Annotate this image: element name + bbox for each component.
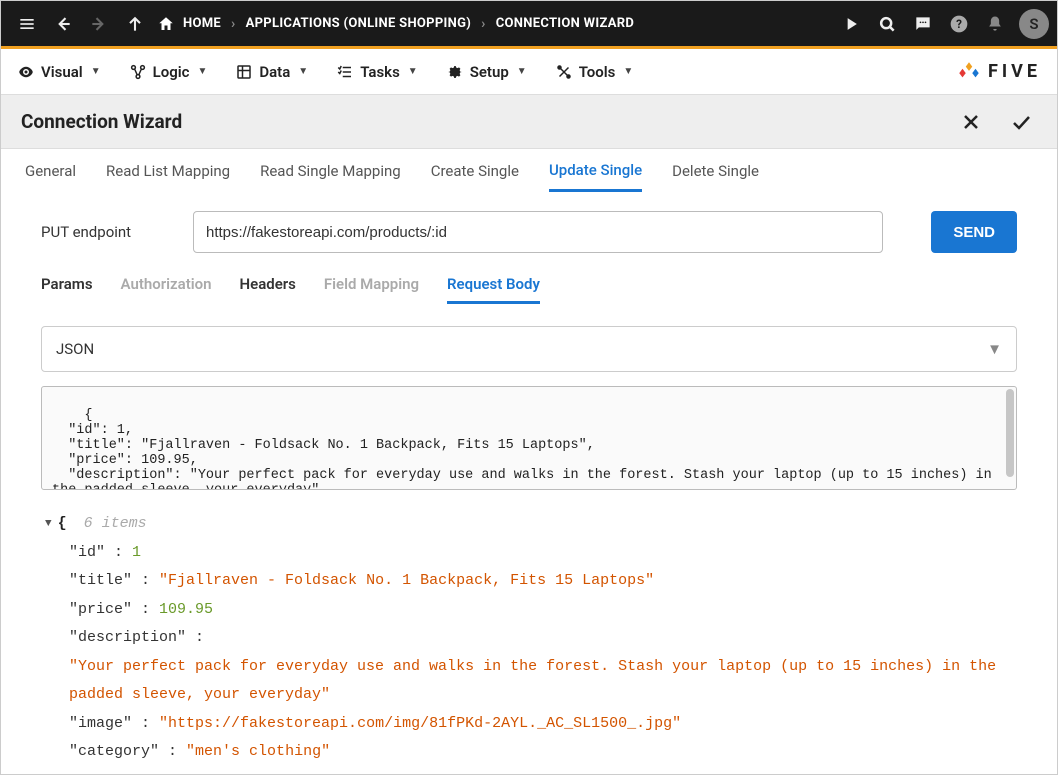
json-key-price: "price" : xyxy=(69,601,150,618)
menu-logic-label: Logic xyxy=(153,63,190,81)
menu-tools[interactable]: Tools▼ xyxy=(555,63,634,81)
help-icon[interactable]: ? xyxy=(941,6,977,42)
back-icon[interactable] xyxy=(45,6,81,42)
tab-delete-single[interactable]: Delete Single xyxy=(672,152,759,190)
raw-body-textarea[interactable]: { "id": 1, "title": "Fjallraven - Foldsa… xyxy=(41,386,1017,490)
raw-body-text: { "id": 1, "title": "Fjallraven - Foldsa… xyxy=(52,408,1000,490)
breadcrumb-home[interactable]: HOME xyxy=(183,16,221,31)
logic-icon xyxy=(129,63,147,81)
tab-update-single[interactable]: Update Single xyxy=(549,151,642,192)
subtab-request-body[interactable]: Request Body xyxy=(447,267,540,304)
forward-icon xyxy=(81,6,117,42)
breadcrumb-wizard[interactable]: CONNECTION WIZARD xyxy=(496,16,634,31)
chevron-right-icon: › xyxy=(475,16,492,32)
close-button[interactable] xyxy=(955,106,987,138)
collapse-icon[interactable]: ▼ xyxy=(45,514,52,535)
chevron-right-icon: › xyxy=(225,16,242,32)
json-val-image: "https://fakestoreapi.com/img/81fPKd-2AY… xyxy=(159,715,681,732)
menu-visual-label: Visual xyxy=(41,63,83,81)
search-icon[interactable] xyxy=(869,6,905,42)
tab-create-single[interactable]: Create Single xyxy=(431,152,519,190)
subtab-headers[interactable]: Headers xyxy=(240,267,296,304)
tools-icon xyxy=(555,63,573,81)
json-val-price: 109.95 xyxy=(159,601,213,618)
endpoint-input[interactable] xyxy=(193,211,883,253)
breadcrumb-apps[interactable]: APPLICATIONS (ONLINE SHOPPING) xyxy=(246,16,472,31)
send-button[interactable]: SEND xyxy=(931,211,1017,253)
json-key-id: "id" : xyxy=(69,544,123,561)
tab-general[interactable]: General xyxy=(25,152,76,190)
menu-data[interactable]: Data▼ xyxy=(235,63,308,81)
avatar[interactable]: S xyxy=(1019,9,1049,39)
json-key-image: "image" : xyxy=(69,715,150,732)
menu-tasks[interactable]: Tasks▼ xyxy=(336,63,418,81)
brand-logo-icon xyxy=(956,59,982,85)
confirm-button[interactable] xyxy=(1005,106,1037,138)
item-count: 6 items xyxy=(84,510,147,539)
menu-setup[interactable]: Setup▼ xyxy=(446,63,527,81)
subtab-params[interactable]: Params xyxy=(41,267,93,304)
scrollbar[interactable] xyxy=(1006,389,1014,477)
menu-data-label: Data xyxy=(259,63,290,81)
panel-title: Connection Wizard xyxy=(21,110,182,133)
endpoint-label: PUT endpoint xyxy=(41,223,169,241)
json-val-title: "Fjallraven - Foldsack No. 1 Backpack, F… xyxy=(159,572,654,589)
json-key-title: "title" : xyxy=(69,572,150,589)
tab-read-list[interactable]: Read List Mapping xyxy=(106,152,230,190)
bell-icon[interactable] xyxy=(977,6,1013,42)
menu-visual[interactable]: Visual▼ xyxy=(17,63,101,81)
open-brace: { xyxy=(58,510,67,539)
grid-icon xyxy=(235,63,253,81)
eye-icon xyxy=(17,63,35,81)
breadcrumb: HOME › APPLICATIONS (ONLINE SHOPPING) › … xyxy=(157,15,634,33)
menu-logic[interactable]: Logic▼ xyxy=(129,63,208,81)
subtab-field-mapping[interactable]: Field Mapping xyxy=(324,267,419,304)
json-key-description: "description" : xyxy=(69,629,204,646)
tab-read-single[interactable]: Read Single Mapping xyxy=(260,152,401,190)
menu-setup-label: Setup xyxy=(470,63,509,81)
body-type-select[interactable]: JSON ▼ xyxy=(41,326,1017,372)
home-icon xyxy=(157,15,175,33)
chat-icon[interactable] xyxy=(905,6,941,42)
gear-icon xyxy=(446,63,464,81)
checklist-icon xyxy=(336,63,354,81)
brand: FIVE xyxy=(956,59,1041,85)
brand-text: FIVE xyxy=(988,61,1041,82)
body-type-value: JSON xyxy=(56,340,94,358)
json-tree: ▼ { 6 items "id" : 1 "title" : "Fjallrav… xyxy=(41,510,1017,767)
json-val-description: "Your perfect pack for everyday use and … xyxy=(69,658,996,704)
json-val-category: "men's clothing" xyxy=(186,743,330,760)
json-val-id: 1 xyxy=(132,544,141,561)
chevron-down-icon: ▼ xyxy=(987,340,1002,358)
up-icon[interactable] xyxy=(117,6,153,42)
menu-tools-label: Tools xyxy=(579,63,616,81)
menu-tasks-label: Tasks xyxy=(360,63,400,81)
menu-icon[interactable] xyxy=(9,6,45,42)
play-icon[interactable] xyxy=(833,6,869,42)
json-key-category: "category" : xyxy=(69,743,177,760)
svg-text:?: ? xyxy=(956,17,962,31)
subtab-authorization[interactable]: Authorization xyxy=(121,267,212,304)
